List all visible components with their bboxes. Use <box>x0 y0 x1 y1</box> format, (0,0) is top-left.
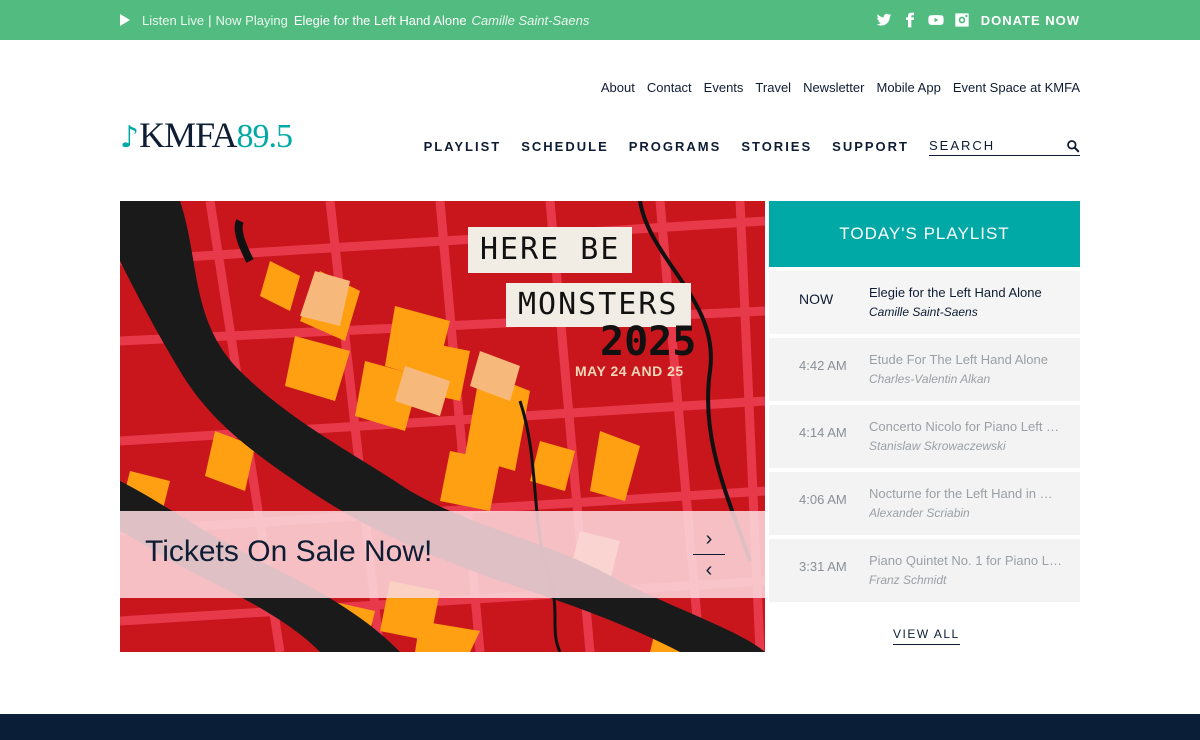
nav-support[interactable]: SUPPORT <box>832 139 909 154</box>
playlist-title: Concerto Nicolo for Piano Left … <box>869 419 1060 434</box>
separator: | <box>208 12 212 28</box>
playlist-row[interactable]: 3:31 AM Piano Quintet No. 1 for Piano L…… <box>769 539 1080 602</box>
playlist-title: Piano Quintet No. 1 for Piano L… <box>869 553 1062 568</box>
top-bar: Listen Live | Now Playing Elegie for the… <box>0 0 1200 40</box>
playlist-artist: Franz Schmidt <box>869 573 947 587</box>
playlist-artist: Camille Saint-Saens <box>869 305 978 319</box>
donate-now-link[interactable]: DONATE NOW <box>981 13 1080 28</box>
todays-playlist: TODAY'S PLAYLIST NOW Elegie for the Left… <box>769 201 1080 602</box>
playlist-row[interactable]: 4:06 AM Nocturne for the Left Hand in … … <box>769 472 1080 535</box>
utility-link-travel[interactable]: Travel <box>755 80 791 95</box>
nav-stories[interactable]: STORIES <box>741 139 812 154</box>
logo-call-letters: KMFA <box>139 115 237 155</box>
facebook-icon[interactable] <box>901 11 919 29</box>
hero-caption-bar: Tickets On Sale Now! › ‹ <box>120 511 765 598</box>
playlist-title: Elegie for the Left Hand Alone <box>869 285 1042 300</box>
play-icon[interactable] <box>120 14 130 26</box>
playlist-artist: Alexander Scriabin <box>869 506 970 520</box>
listen-live-bar[interactable]: Listen Live | Now Playing Elegie for the… <box>120 0 589 40</box>
playlist-row[interactable]: 4:14 AM Concerto Nicolo for Piano Left …… <box>769 405 1080 468</box>
next-slide-button[interactable]: › <box>701 529 717 549</box>
poster-year: 2025 <box>600 319 697 365</box>
utility-link-events[interactable]: Events <box>704 80 744 95</box>
poster-dates: MAY 24 AND 25 <box>575 363 684 379</box>
playlist-time: 3:31 AM <box>799 559 847 574</box>
kmfa-logo[interactable]: ♪ KMFA 89.5 <box>120 114 293 156</box>
utility-link-event-space[interactable]: Event Space at KMFA <box>953 80 1080 95</box>
search-input[interactable] <box>929 138 1049 153</box>
utility-nav: About Contact Events Travel Newsletter M… <box>589 80 1080 95</box>
social-links: DONATE NOW <box>867 0 1080 40</box>
playlist-title: Nocturne for the Left Hand in … <box>869 486 1053 501</box>
instagram-icon[interactable] <box>953 11 971 29</box>
playlist-row[interactable]: NOW Elegie for the Left Hand Alone Camil… <box>769 271 1080 334</box>
playlist-time: 4:42 AM <box>799 358 847 373</box>
now-playing-artist: Camille Saint-Saens <box>471 12 590 28</box>
nav-programs[interactable]: PROGRAMS <box>629 139 722 154</box>
playlist-artist: Charles-Valentin Alkan <box>869 372 991 386</box>
prev-slide-button[interactable]: ‹ <box>701 560 717 580</box>
nav-schedule[interactable]: SCHEDULE <box>521 139 609 154</box>
playlist-artist: Stanislaw Skrowaczewski <box>869 439 1006 453</box>
nav-playlist[interactable]: PLAYLIST <box>424 139 502 154</box>
hero-slideshow[interactable]: HERE BE MONSTERS 2025 MAY 24 AND 25 Tick… <box>120 201 765 652</box>
view-all-link[interactable]: VIEW ALL <box>893 627 960 645</box>
playlist-time: NOW <box>799 291 834 307</box>
playlist-time: 4:06 AM <box>799 492 847 507</box>
logo-note-glyph: ♪ <box>120 120 140 155</box>
now-playing-title: Elegie for the Left Hand Alone <box>293 12 467 28</box>
logo-frequency: 89.5 <box>236 118 293 155</box>
twitter-icon[interactable] <box>875 11 893 29</box>
hero-caption[interactable]: Tickets On Sale Now! <box>145 535 432 569</box>
playlist-title: Etude For The Left Hand Alone <box>869 352 1048 367</box>
slide-controls: › ‹ <box>693 529 725 583</box>
poster-line-1: HERE BE <box>468 227 633 273</box>
utility-link-mobile-app[interactable]: Mobile App <box>876 80 940 95</box>
youtube-icon[interactable] <box>927 11 945 29</box>
search-icon[interactable] <box>1066 139 1080 153</box>
now-playing-label: Now Playing <box>215 12 288 28</box>
search-box <box>929 136 1080 156</box>
playlist-time: 4:14 AM <box>799 425 847 440</box>
playlist-row[interactable]: 4:42 AM Etude For The Left Hand Alone Ch… <box>769 338 1080 401</box>
footer-bar <box>0 714 1200 740</box>
listen-live-link[interactable]: Listen Live <box>142 13 204 28</box>
slide-controls-divider <box>693 554 725 555</box>
utility-link-about[interactable]: About <box>601 80 635 95</box>
utility-link-newsletter[interactable]: Newsletter <box>803 80 864 95</box>
playlist-heading: TODAY'S PLAYLIST <box>769 201 1080 267</box>
utility-link-contact[interactable]: Contact <box>647 80 692 95</box>
main-nav: PLAYLIST SCHEDULE PROGRAMS STORIES SUPPO… <box>404 136 1080 156</box>
